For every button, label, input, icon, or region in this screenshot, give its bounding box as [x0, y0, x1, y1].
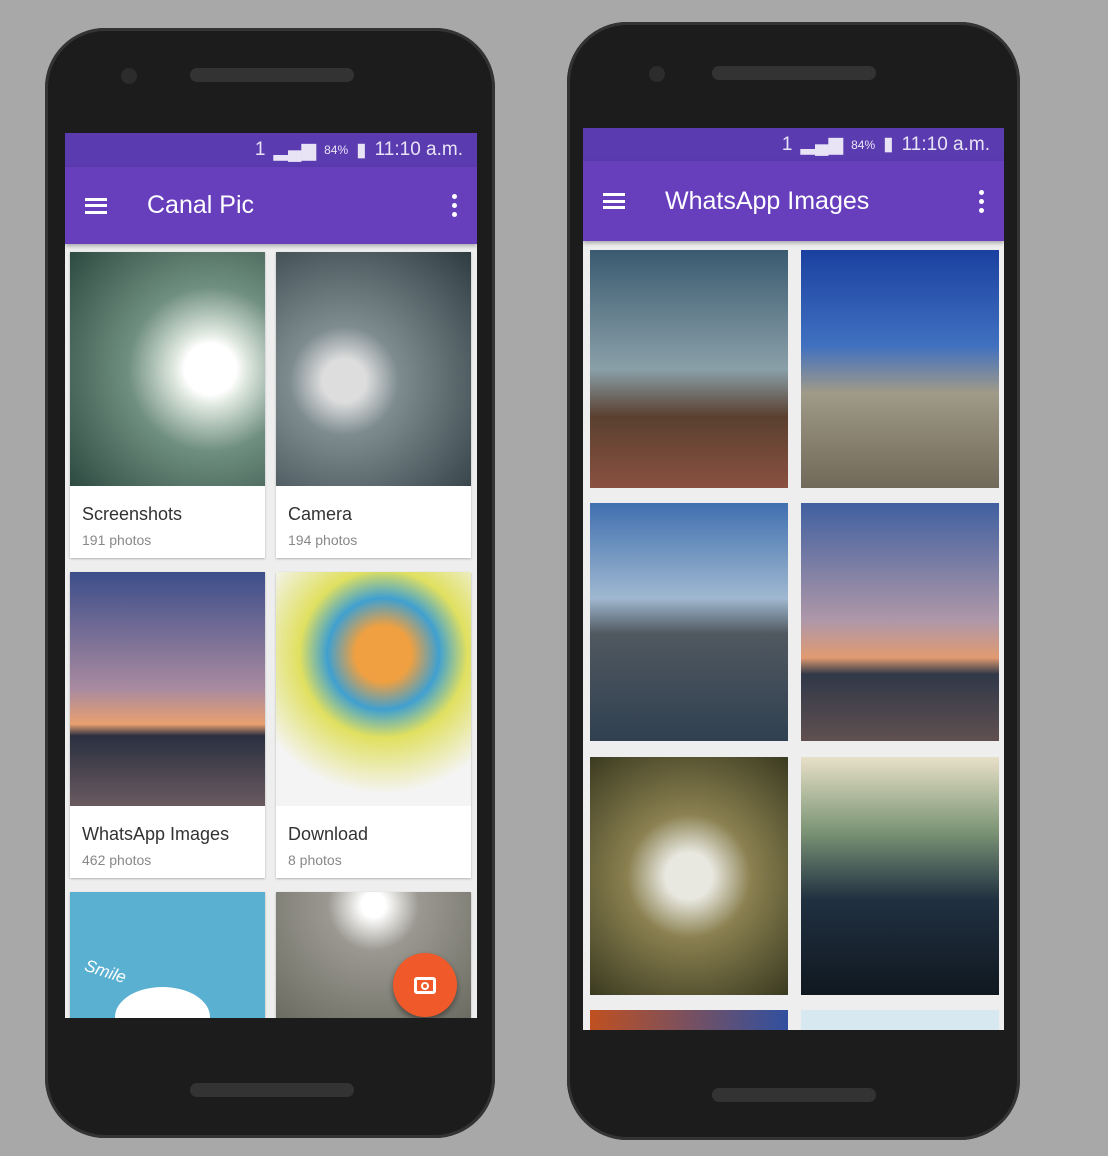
album-thumbnail — [70, 572, 265, 806]
album-card-camera[interactable]: Camera 194 photos — [276, 252, 471, 558]
album-name: Camera — [288, 504, 353, 524]
earpiece — [190, 68, 354, 82]
battery-icon: ▮ — [356, 139, 367, 161]
photo-thumbnail[interactable] — [590, 1010, 788, 1030]
battery-percent: 84% — [851, 137, 876, 152]
right-screen: 1 ▂▄▆ 84% ▮ 11:10 a.m. WhatsApp Images — [583, 128, 1004, 1030]
front-camera — [649, 66, 665, 82]
status-bar: 1 ▂▄▆ 84% ▮ 11:10 a.m. — [583, 128, 1004, 161]
album-count: 462 photos — [82, 852, 152, 868]
album-card-whatsapp-images[interactable]: WhatsApp Images 462 photos — [70, 572, 265, 878]
cloud-shape — [115, 987, 210, 1018]
menu-icon[interactable] — [85, 197, 107, 214]
sim-icon: 1 — [781, 133, 793, 155]
album-count: 191 photos — [82, 532, 152, 548]
app-bar: Canal Pic — [65, 167, 477, 244]
camera-fab[interactable] — [393, 953, 457, 1017]
camera-icon — [414, 976, 436, 994]
clock: 11:10 a.m. — [374, 139, 463, 160]
earpiece — [712, 66, 876, 80]
album-thumbnail — [276, 252, 471, 486]
tile-text: Smile — [82, 955, 129, 988]
album-thumbnail — [70, 252, 265, 486]
app-bar: WhatsApp Images — [583, 161, 1004, 241]
album-card-screenshots[interactable]: Screenshots 191 photos — [70, 252, 265, 558]
photo-thumbnail[interactable] — [801, 1010, 999, 1030]
photo-thumbnail[interactable] — [801, 503, 999, 741]
photo-thumbnail[interactable] — [801, 250, 999, 488]
album-count: 8 photos — [288, 852, 342, 868]
battery-icon: ▮ — [883, 134, 894, 155]
more-options-icon[interactable] — [452, 194, 457, 217]
album-thumbnail — [276, 572, 471, 806]
bottom-speaker — [712, 1088, 876, 1102]
left-phone: 1 ▂▄▆ 84% ▮ 11:10 a.m. Canal Pic Screens… — [45, 28, 495, 1138]
sim-icon: 1 — [254, 139, 266, 160]
album-name: Download — [288, 824, 369, 844]
status-bar: 1 ▂▄▆ 84% ▮ 11:10 a.m. — [65, 133, 477, 167]
signal-icon: ▂▄▆ — [800, 134, 844, 155]
front-camera — [121, 68, 137, 84]
battery-percent: 84% — [324, 143, 349, 157]
left-screen: 1 ▂▄▆ 84% ▮ 11:10 a.m. Canal Pic Screens… — [65, 133, 477, 1018]
photo-thumbnail[interactable] — [590, 503, 788, 741]
app-title: Canal Pic — [147, 191, 254, 219]
right-phone: 1 ▂▄▆ 84% ▮ 11:10 a.m. WhatsApp Images — [567, 22, 1020, 1140]
menu-icon[interactable] — [603, 193, 625, 209]
more-options-icon[interactable] — [979, 189, 984, 213]
app-title: WhatsApp Images — [665, 186, 870, 215]
photo-thumbnail[interactable] — [590, 250, 788, 488]
clock: 11:10 a.m. — [901, 133, 990, 155]
album-name: Screenshots — [82, 504, 183, 524]
photo-thumbnail[interactable] — [590, 757, 788, 995]
album-card-partial[interactable]: Smile — [70, 892, 265, 1018]
photo-thumbnail[interactable] — [801, 757, 999, 995]
album-count: 194 photos — [288, 532, 358, 548]
album-card-download[interactable]: Download 8 photos — [276, 572, 471, 878]
album-name: WhatsApp Images — [82, 824, 230, 844]
bottom-speaker — [190, 1083, 354, 1097]
signal-icon: ▂▄▆ — [273, 139, 317, 161]
